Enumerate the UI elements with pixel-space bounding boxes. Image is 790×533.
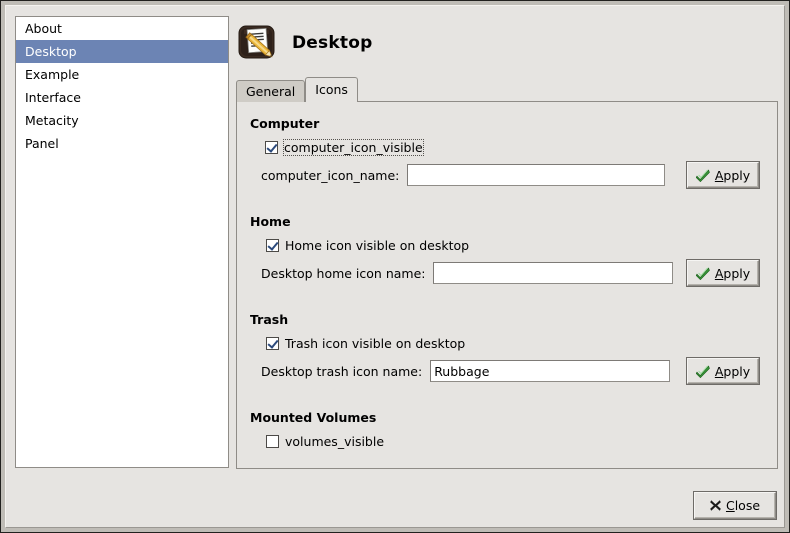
checkbox-label[interactable]: computer_icon_visible (283, 138, 424, 156)
checkbox-mounted-volumes[interactable] (266, 434, 279, 448)
page-header: Desktop (238, 24, 372, 62)
sidebar-item-label: Panel (25, 136, 59, 151)
sidebar-item-label: Example (25, 67, 80, 82)
group-title: Trash (250, 312, 289, 327)
green-check-icon (695, 267, 710, 280)
group-computer: Computer computer_icon_visible computer_ic… (237, 116, 777, 202)
close-button[interactable]: Close (694, 492, 776, 519)
group-trash: Trash Trash icon visible on desktop Deskto… (237, 312, 777, 398)
sidebar-item-label: About (25, 21, 62, 36)
sidebar-item-label: Metacity (25, 113, 79, 128)
entry-input[interactable] (430, 360, 671, 382)
apply-button-label: Apply (714, 363, 751, 379)
checkbox-row[interactable]: volumes_visible (266, 432, 384, 450)
tab-strip: General Icons (236, 77, 358, 103)
green-check-icon (695, 365, 710, 378)
checkbox-label[interactable]: Trash icon visible on desktop (285, 336, 465, 351)
entry-label: Desktop home icon name: (261, 265, 426, 281)
tab-label: Icons (315, 82, 348, 97)
tab-icons[interactable]: Icons (305, 77, 358, 103)
tab-panel-icons: Computer computer_icon_visible computer_ic… (236, 101, 778, 469)
sidebar-item-panel[interactable]: Panel (16, 132, 228, 155)
page-title: Desktop (292, 33, 373, 53)
checkbox-row[interactable]: Home icon visible on desktop (266, 236, 469, 254)
checkbox-home[interactable] (266, 238, 279, 252)
apply-button-label: Apply (714, 167, 751, 183)
sidebar-item-label: Desktop (25, 44, 77, 59)
group-home: Home Home icon visible on desktop Desktop … (237, 214, 777, 300)
sidebar-item-metacity[interactable]: Metacity (16, 109, 228, 132)
checkbox-label-text: Home icon visible on desktop (285, 237, 470, 253)
group-title: Computer (250, 116, 320, 131)
sidebar-item-desktop[interactable]: Desktop (16, 40, 228, 63)
checkbox-label-text: volumes_visible (285, 433, 385, 449)
apply-button-label: Apply (714, 265, 751, 281)
checkbox-label[interactable]: volumes_visible (285, 434, 384, 449)
entry-row: Desktop trash icon name: (261, 360, 671, 382)
window-frame-inner: About Desktop Example Interface Metacity Pane… (5, 5, 785, 528)
group-title: Mounted Volumes (250, 410, 377, 425)
checkbox-trash[interactable] (266, 336, 279, 350)
checkbox-computer[interactable] (265, 140, 278, 154)
sidebar-list[interactable]: About Desktop Example Interface Metacity Pane… (15, 16, 229, 468)
apply-button[interactable]: Apply (687, 162, 759, 188)
tab-general[interactable]: General (236, 80, 306, 102)
entry-row: Desktop home icon name: (261, 262, 674, 284)
close-button-label: Close (725, 498, 761, 513)
x-close-icon (710, 500, 721, 511)
notebook: General Icons Computer computer_icon_visib… (236, 77, 778, 469)
green-check-icon (695, 169, 710, 182)
apply-button[interactable]: Apply (687, 358, 759, 384)
checkbox-row[interactable]: computer_icon_visible (265, 137, 425, 157)
entry-input[interactable] (433, 262, 674, 284)
sidebar-item-example[interactable]: Example (16, 63, 228, 86)
window-frame: About Desktop Example Interface Metacity Pane… (0, 0, 790, 533)
entry-row: computer_icon_name: (261, 164, 666, 186)
sidebar-item-about[interactable]: About (16, 17, 228, 40)
tab-label: General (246, 84, 296, 99)
document-pencil-icon (238, 24, 278, 62)
checkbox-row[interactable]: Trash icon visible on desktop (266, 334, 465, 352)
group-title: Home (250, 214, 291, 229)
entry-input[interactable] (407, 164, 666, 186)
apply-button[interactable]: Apply (687, 260, 759, 286)
entry-label: Desktop trash icon name: (261, 363, 423, 379)
group-mounted-volumes: Mounted Volumes volumes_visible (237, 410, 777, 496)
checkbox-label-text: Trash icon visible on desktop (285, 335, 466, 351)
checkbox-label-text: computer_icon_visible (284, 139, 423, 155)
dialog-body: About Desktop Example Interface Metacity Pane… (6, 6, 784, 527)
sidebar-item-label: Interface (25, 90, 81, 105)
checkbox-label[interactable]: Home icon visible on desktop (285, 238, 469, 253)
entry-label: computer_icon_name: (261, 167, 400, 183)
sidebar-item-interface[interactable]: Interface (16, 86, 228, 109)
